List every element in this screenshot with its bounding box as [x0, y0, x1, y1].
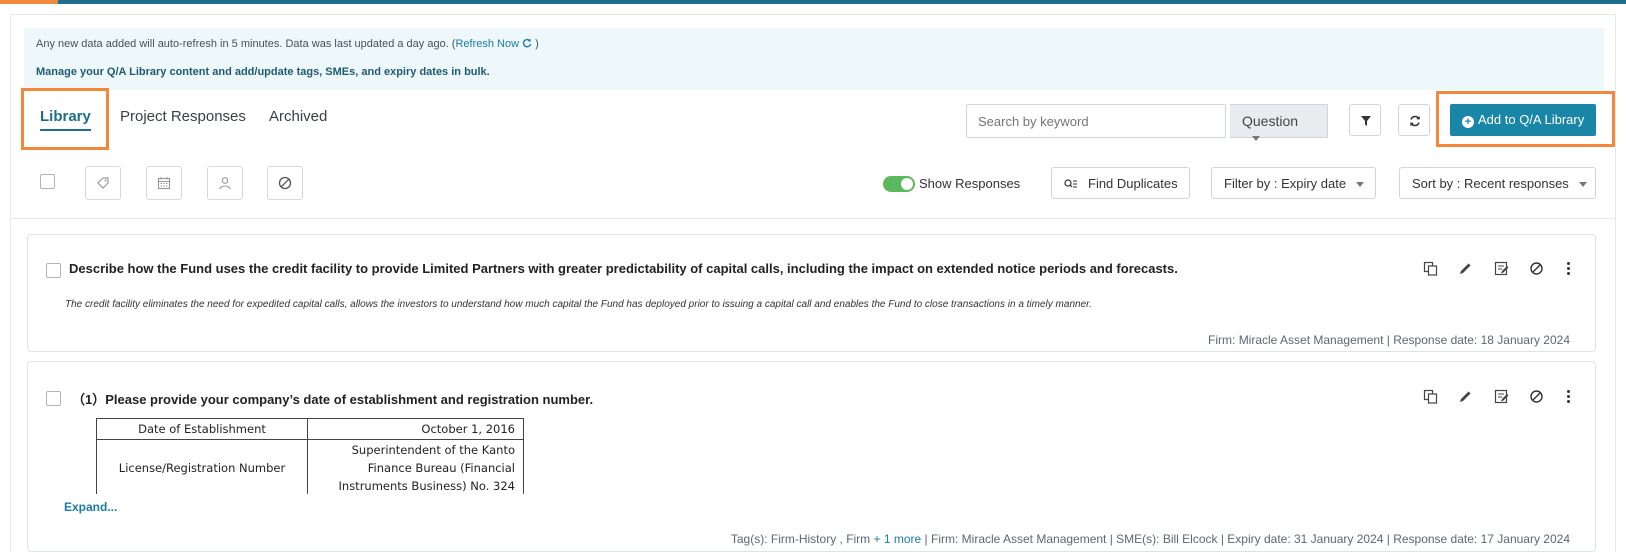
archive-ban-icon[interactable] — [1529, 261, 1547, 279]
manage-notice: Manage your Q/A Library content and add/… — [36, 66, 490, 78]
more-options-icon[interactable] — [1561, 261, 1579, 279]
card-checkbox[interactable] — [46, 263, 61, 278]
table-cell-key: Date of Establishment — [96, 418, 308, 440]
toolbar-divider — [10, 218, 1616, 219]
bulk-tag-button[interactable] — [85, 166, 121, 200]
card-actions — [1423, 261, 1577, 279]
expand-link[interactable]: Expand... — [64, 500, 117, 514]
info-banner: Any new data added will auto-refresh in … — [24, 28, 1604, 90]
table-cell-value: October 1, 2016 — [307, 418, 524, 440]
top-accent-highlight — [0, 0, 58, 4]
response-preview: Date of Establishment October 1, 2016 Li… — [28, 362, 1597, 494]
show-responses-label: Show Responses — [919, 176, 1021, 191]
library-tab-highlight — [21, 88, 109, 150]
find-duplicates-button[interactable]: Find Duplicates — [1051, 167, 1190, 199]
chevron-down-icon — [1578, 182, 1587, 188]
reload-button[interactable] — [1398, 104, 1430, 136]
search-type-select[interactable]: Question — [1230, 104, 1328, 141]
table-cell-value: Superintendent of the Kanto Finance Bure… — [307, 439, 524, 494]
toggle-knob — [901, 178, 913, 190]
find-duplicates-icon — [1064, 179, 1077, 188]
table-cell-key: License/Registration Number — [96, 439, 308, 494]
refresh-icon — [1410, 115, 1420, 127]
edit-icon[interactable] — [1458, 261, 1476, 279]
user-icon — [219, 177, 231, 190]
bulk-archive-button[interactable] — [267, 166, 303, 200]
tag-icon — [97, 177, 109, 189]
top-accent-bar — [0, 0, 1626, 4]
table-row: License/Registration Number Superintende… — [96, 439, 524, 494]
show-responses-toggle[interactable] — [883, 176, 915, 192]
card-meta: Firm: Miracle Asset Management | Respons… — [1208, 333, 1570, 347]
tab-project-responses[interactable]: Project Responses — [120, 108, 246, 125]
filter-expiry-select[interactable]: Filter by : Expiry date — [1211, 167, 1376, 199]
chevron-down-icon — [1252, 135, 1260, 141]
table-row: Date of Establishment October 1, 2016 — [96, 418, 524, 440]
bulk-expiry-button[interactable] — [146, 166, 182, 200]
qa-card: （1）Please provide your company’s date of… — [27, 361, 1596, 552]
tab-archived[interactable]: Archived — [269, 108, 327, 125]
qa-card: Describe how the Fund uses the credit fa… — [27, 234, 1596, 352]
select-all-checkbox[interactable] — [40, 174, 55, 189]
card-answer: The credit facility eliminates the need … — [65, 299, 1092, 310]
bulk-sme-button[interactable] — [207, 166, 243, 200]
sort-select[interactable]: Sort by : Recent responses — [1399, 167, 1596, 199]
card-meta: Tag(s): Firm-History , Firm + 1 more | F… — [730, 532, 1570, 546]
filter-icon — [1361, 116, 1371, 126]
copy-icon[interactable] — [1423, 261, 1441, 279]
calendar-icon — [157, 177, 171, 190]
add-button-highlight — [1436, 91, 1615, 147]
ban-icon — [278, 176, 292, 190]
search-input[interactable] — [966, 104, 1226, 138]
card-question[interactable]: Describe how the Fund uses the credit fa… — [69, 261, 1178, 276]
refresh-icon — [522, 38, 532, 48]
edit-response-icon[interactable] — [1494, 261, 1512, 279]
response-table: Date of Establishment October 1, 2016 Li… — [96, 418, 524, 494]
more-tags-link[interactable]: + 1 more — [874, 532, 922, 546]
filter-button[interactable] — [1349, 104, 1381, 136]
auto-refresh-notice: Any new data added will auto-refresh in … — [36, 38, 539, 50]
refresh-now-link[interactable]: Refresh Now — [455, 38, 532, 50]
chevron-down-icon — [1356, 182, 1365, 188]
